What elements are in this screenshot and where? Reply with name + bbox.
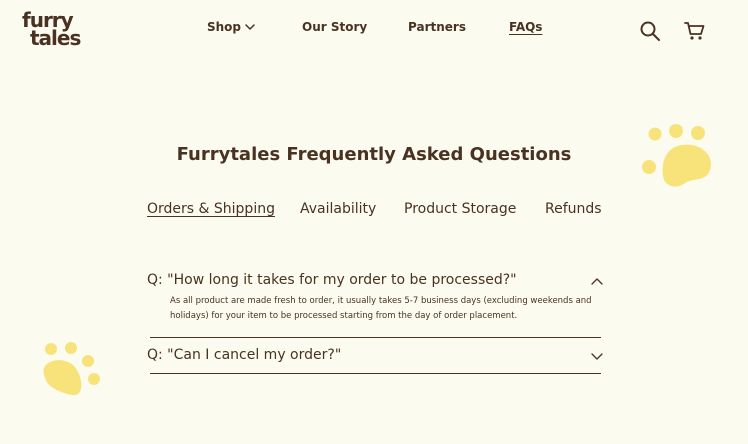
furrytales-logo[interactable]: furry tales [22,10,98,52]
chevron-down-icon[interactable] [590,351,604,361]
faq-question-processing[interactable]: Q: "How long it takes for my order to be… [147,272,517,288]
chevron-down-icon [245,23,255,30]
nav-partners[interactable]: Partners [408,20,466,34]
faq-answer-processing: As all product are made fresh to order, … [170,296,592,321]
faq-divider [150,337,601,338]
faq-question-cancel[interactable]: Q: "Can I cancel my order?" [147,347,341,363]
tab-orders-shipping[interactable]: Orders & Shipping [147,201,275,217]
nav-shop-label: Shop [207,20,242,34]
tab-product-storage[interactable]: Product Storage [404,201,516,217]
paw-print-icon [43,342,100,396]
cart-icon[interactable] [684,20,706,42]
nav-our-story[interactable]: Our Story [302,20,367,34]
tab-availability[interactable]: Availability [300,201,376,217]
chevron-up-icon[interactable] [590,276,604,286]
nav-faqs[interactable]: FAQs [509,20,542,34]
faq-divider [150,373,601,374]
search-icon[interactable] [639,20,661,42]
tab-refunds[interactable]: Refunds [545,201,602,217]
nav-shop[interactable]: Shop [207,20,255,34]
page-title: Furrytales Frequently Asked Questions [176,144,572,165]
logo-text-line2: tales [30,26,81,50]
